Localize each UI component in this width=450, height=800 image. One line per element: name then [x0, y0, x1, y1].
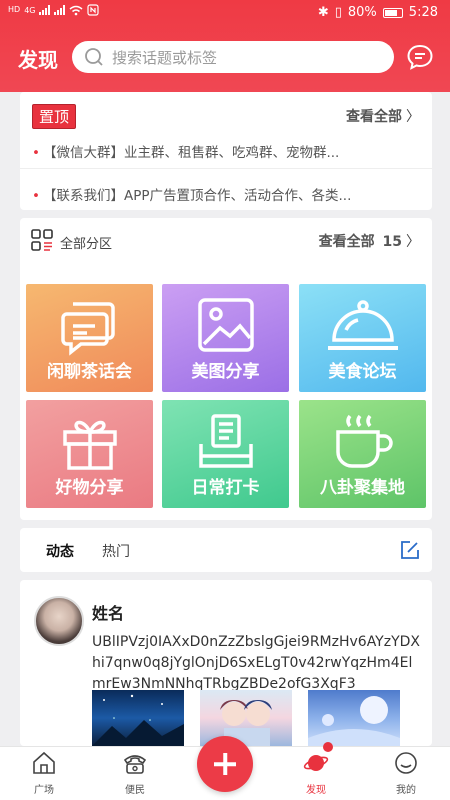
post-text: UBlIPVzj0IAXxD0nZzZbslgGjei9RMzHv6AYzYDX…	[92, 634, 421, 692]
pinned-see-all-button[interactable]: 查看全部〉	[346, 106, 420, 126]
categories-see-all-label: 查看全部	[318, 234, 375, 250]
post-card[interactable]: 姓名 UBlIPVzj0IAXxD0nZzZbslgGjei9RMzHv6AYz…	[20, 580, 432, 746]
categories-card: 全部分区 查看全部 15 〉 闲聊茶话会 美图分享 美食论坛 好物分享 日常打卡…	[20, 218, 432, 520]
category-label: 美图分享	[191, 362, 260, 382]
category-label: 日常打卡	[191, 478, 260, 498]
add-post-button[interactable]	[197, 736, 253, 792]
post-image[interactable]	[308, 690, 400, 746]
post-author[interactable]: 姓名	[92, 600, 124, 624]
status-right: ✱ ▯ 80% 5:28	[318, 5, 438, 20]
tab-dynamic[interactable]: 动态	[46, 541, 74, 561]
categories-label: 全部分区	[60, 237, 113, 252]
category-label: 八卦聚集地	[320, 478, 405, 498]
hd-label: HD	[8, 5, 21, 14]
category-tile-photos[interactable]: 美图分享	[162, 284, 289, 392]
nav-item-plaza[interactable]: 广场	[14, 751, 74, 796]
user-icon	[395, 752, 417, 774]
page-title: 发现	[18, 48, 58, 72]
nav-label: 我的	[396, 785, 416, 796]
category-tile-goods[interactable]: 好物分享	[26, 400, 153, 508]
nav-label: 广场	[34, 785, 54, 796]
chevron-right-icon: 〉	[406, 109, 420, 125]
category-tile-chat[interactable]: 闲聊茶话会	[26, 284, 153, 392]
chat-bubbles-icon	[60, 302, 115, 356]
signal-icon-2	[54, 5, 66, 15]
status-bar: HD 4G ✱ ▯ 80% 5:28	[0, 0, 450, 26]
battery-icon	[382, 7, 403, 18]
tab-hot[interactable]: 热门	[102, 541, 130, 561]
pinned-item[interactable]: • 【微信大群】业主群、租售群、吃鸡群、宠物群...	[32, 141, 339, 161]
bullet-icon: •	[32, 145, 40, 161]
category-tile-gossip[interactable]: 八卦聚集地	[299, 400, 426, 508]
categories-see-all-button[interactable]: 查看全部 15 〉	[319, 231, 420, 251]
nav-label: 便民	[125, 785, 145, 796]
bluetooth-icon: ✱	[317, 5, 329, 20]
pinned-item-text: 【微信大群】业主群、租售群、吃鸡群、宠物群...	[42, 145, 340, 161]
message-icon[interactable]	[406, 43, 434, 71]
pinned-item-text: 【联系我们】APP广告置顶合作、活动合作、各类...	[42, 188, 352, 204]
gift-icon	[62, 420, 117, 470]
edit-icon[interactable]	[400, 540, 420, 560]
nav-label: 发现	[306, 785, 326, 796]
search-placeholder: 搜索话题或标签	[112, 48, 218, 67]
category-label: 好物分享	[55, 478, 124, 498]
pinned-item[interactable]: • 【联系我们】APP广告置顶合作、活动合作、各类...	[32, 184, 351, 204]
category-label: 闲聊茶话会	[47, 362, 132, 382]
avatar[interactable]	[34, 596, 84, 646]
check-in-icon	[198, 414, 253, 468]
clock: 5:28	[408, 5, 438, 20]
feed-tabs: 动态 热门	[20, 528, 432, 572]
category-tile-food[interactable]: 美食论坛	[299, 284, 426, 392]
nfc-icon	[87, 4, 100, 16]
moon-image	[308, 696, 400, 746]
network-label: 4G	[24, 5, 36, 15]
dish-cover-icon	[327, 300, 398, 350]
signal-icon	[39, 5, 51, 15]
bullet-icon: •	[32, 188, 40, 204]
post-image[interactable]	[92, 690, 184, 746]
nav-item-service[interactable]: 便民	[105, 751, 165, 796]
nav-item-mine[interactable]: 我的	[376, 751, 436, 796]
search-input[interactable]: 搜索话题或标签	[72, 41, 394, 73]
battery-percent: 80%	[347, 5, 377, 20]
categories-count: 15	[382, 234, 402, 250]
planet-icon	[303, 755, 329, 771]
home-icon	[33, 751, 55, 774]
image-icon	[197, 298, 254, 352]
category-tile-checkin[interactable]: 日常打卡	[162, 400, 289, 508]
night-sky-image	[92, 694, 184, 746]
coffee-cup-icon	[335, 414, 393, 468]
phone-icon	[123, 755, 147, 774]
nav-item-discover[interactable]: 发现	[286, 751, 346, 796]
vibrate-icon: ▯	[334, 5, 342, 20]
pinned-card: 置顶 查看全部〉 • 【微信大群】业主群、租售群、吃鸡群、宠物群... • 【联系我…	[20, 92, 432, 210]
category-label: 美食论坛	[328, 362, 397, 382]
chevron-right-icon: 〉	[406, 234, 420, 250]
status-left: HD 4G	[8, 4, 100, 16]
search-icon	[85, 48, 103, 66]
category-grid-icon	[31, 229, 53, 251]
pinned-badge: 置顶	[32, 104, 77, 129]
pinned-see-all-label: 查看全部	[346, 109, 402, 125]
wifi-icon	[70, 5, 83, 15]
notification-dot	[323, 742, 333, 752]
divider	[20, 168, 432, 169]
